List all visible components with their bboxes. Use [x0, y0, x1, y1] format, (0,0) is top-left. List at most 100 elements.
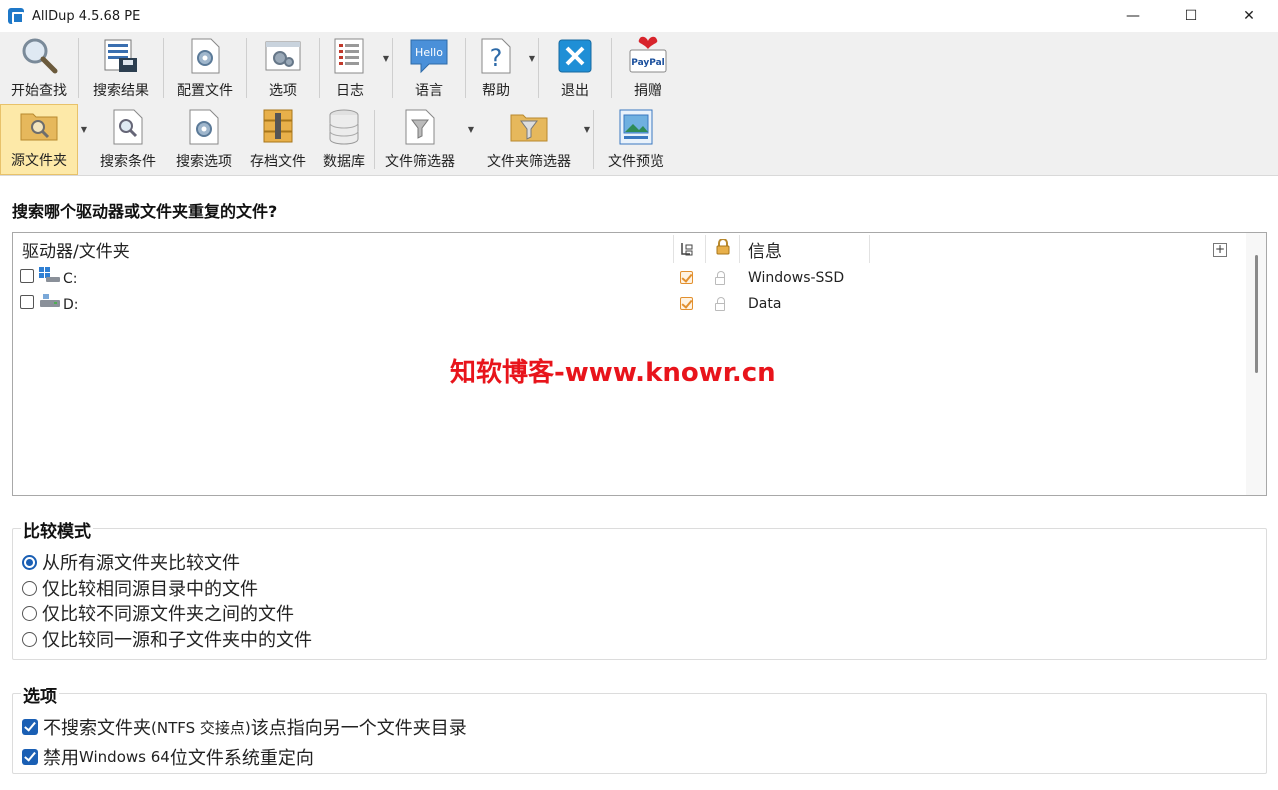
- search-options-button[interactable]: 搜索选项: [166, 104, 242, 175]
- language-button[interactable]: Hello 语言: [393, 32, 465, 104]
- database-button[interactable]: 数据库: [314, 104, 374, 175]
- archive-button[interactable]: 存档文件: [242, 104, 314, 175]
- start-search-label: 开始查找: [11, 83, 67, 99]
- magnifier-icon: [19, 36, 59, 76]
- search-results-label: 搜索结果: [93, 83, 149, 99]
- file-preview-button[interactable]: 文件预览: [594, 104, 678, 175]
- log-button[interactable]: 日志: [320, 32, 380, 104]
- option-text-windows64: Windows 64: [79, 748, 170, 766]
- file-filter-label: 文件筛选器: [385, 154, 455, 170]
- column-divider: [869, 235, 870, 263]
- options-button[interactable]: 选项: [247, 32, 319, 104]
- maximize-button[interactable]: ☐: [1162, 0, 1220, 32]
- folder-filter-button[interactable]: 文件夹筛选器: [477, 104, 581, 175]
- search-criteria-label: 搜索条件: [100, 154, 156, 170]
- folder-filter-dropdown-arrow[interactable]: ▼: [581, 104, 593, 175]
- file-filter-button[interactable]: 文件筛选器: [375, 104, 465, 175]
- profile-icon: [185, 36, 225, 76]
- compare-mode-title: 比较模式: [21, 517, 93, 542]
- drive-d-label: D:: [63, 297, 79, 313]
- subfolders-checkbox[interactable]: [680, 297, 693, 310]
- hard-drive-icon: [39, 293, 61, 313]
- add-column-button[interactable]: +: [1213, 243, 1227, 257]
- column-divider: [705, 235, 706, 263]
- exit-button[interactable]: 退出: [539, 32, 611, 104]
- drive-row-c[interactable]: C: Windows-SSD: [13, 265, 1266, 291]
- database-icon: [324, 107, 364, 147]
- svg-text:?: ?: [490, 44, 503, 72]
- list-header: 驱动器/文件夹 信息 +: [13, 233, 1266, 265]
- compare-option-label: 仅比较同一源和子文件夹中的文件: [42, 630, 312, 651]
- column-divider: [673, 235, 674, 263]
- checkbox-checked[interactable]: [22, 749, 38, 765]
- vertical-scrollbar[interactable]: [1246, 233, 1266, 495]
- svg-text:PayPal: PayPal: [631, 58, 665, 68]
- checkbox-checked[interactable]: [22, 719, 38, 735]
- main-toolbar: 开始查找 搜索结果 配置文件 选项 日志 ▼ Hello 语言 ? 帮助 ▼ 退…: [0, 32, 1278, 104]
- drive-d-checkbox[interactable]: [20, 295, 34, 309]
- donate-button[interactable]: PayPal 捐赠: [612, 32, 684, 104]
- log-icon: [330, 36, 370, 76]
- start-search-button[interactable]: 开始查找: [0, 32, 78, 104]
- compare-mode-option-between[interactable]: 仅比较不同源文件夹之间的文件: [22, 600, 294, 626]
- compare-mode-option-same-sub[interactable]: 仅比较同一源和子文件夹中的文件: [22, 626, 312, 652]
- radio-unselected[interactable]: [22, 580, 37, 596]
- option-disable-redirection[interactable]: 禁用 Windows 64 位文件系统重定向: [22, 744, 314, 770]
- file-preview-icon: [616, 107, 656, 147]
- results-icon: [101, 36, 141, 76]
- log-dropdown-arrow[interactable]: ▼: [380, 32, 392, 104]
- watermark-text: 知软博客-www.knowr.cn: [450, 358, 776, 388]
- file-filter-dropdown-arrow[interactable]: ▼: [465, 104, 477, 175]
- radio-selected[interactable]: [22, 554, 37, 570]
- source-folder-dropdown-arrow[interactable]: ▼: [78, 104, 90, 175]
- search-results-button[interactable]: 搜索结果: [79, 32, 163, 104]
- option-skip-junctions[interactable]: 不搜索文件夹 (NTFS 交接点) 该点指向另一个文件夹目录: [22, 714, 467, 740]
- option-text: 该点指向另一个文件夹目录: [250, 718, 467, 739]
- close-button[interactable]: ✕: [1220, 0, 1278, 32]
- compare-mode-option-same-dir[interactable]: 仅比较相同源目录中的文件: [22, 575, 258, 601]
- subfolder-column-icon[interactable]: [680, 241, 694, 261]
- radio-unselected[interactable]: [22, 631, 37, 647]
- profile-label: 配置文件: [177, 83, 233, 99]
- scrollbar-thumb[interactable]: [1255, 255, 1258, 373]
- donate-label: 捐赠: [634, 83, 662, 99]
- lock-icon[interactable]: [715, 271, 725, 285]
- source-folder-button[interactable]: 源文件夹: [0, 104, 78, 175]
- archive-icon: [258, 107, 298, 147]
- help-dropdown-arrow[interactable]: ▼: [526, 32, 538, 104]
- title-bar: AllDup 4.5.68 PE — ☐ ✕: [0, 0, 1278, 32]
- help-button[interactable]: ? 帮助: [466, 32, 526, 104]
- language-label: 语言: [415, 83, 443, 99]
- drive-c-label: C:: [63, 271, 78, 287]
- column-divider: [739, 235, 740, 263]
- lock-icon[interactable]: [715, 297, 725, 311]
- drive-c-checkbox[interactable]: [20, 269, 34, 283]
- search-criteria-button[interactable]: 搜索条件: [90, 104, 166, 175]
- col-header-info[interactable]: 信息: [748, 237, 782, 262]
- lock-column-icon[interactable]: [716, 238, 730, 260]
- col-header-drive[interactable]: 驱动器/文件夹: [22, 237, 130, 262]
- svg-text:Hello: Hello: [415, 46, 443, 59]
- drive-c-info: Windows-SSD: [748, 270, 845, 286]
- compare-option-label: 仅比较相同源目录中的文件: [42, 579, 258, 600]
- option-text: 禁用: [43, 748, 79, 769]
- drive-row-d[interactable]: D: Data: [13, 291, 1266, 317]
- compare-option-label: 仅比较不同源文件夹之间的文件: [42, 604, 294, 625]
- window-title: AllDup 4.5.68 PE: [32, 8, 141, 24]
- windows-drive-icon: [39, 267, 61, 287]
- profile-button[interactable]: 配置文件: [164, 32, 246, 104]
- drive-d-info: Data: [748, 296, 782, 312]
- option-text: 不搜索文件夹: [43, 718, 151, 739]
- radio-unselected[interactable]: [22, 605, 37, 621]
- minimize-button[interactable]: —: [1104, 0, 1162, 32]
- compare-option-label: 从所有源文件夹比较文件: [42, 553, 240, 574]
- compare-mode-option-all[interactable]: 从所有源文件夹比较文件: [22, 549, 240, 575]
- options-label: 选项: [269, 83, 297, 99]
- subfolders-checkbox[interactable]: [680, 271, 693, 284]
- option-text-ntfs: (NTFS 交接点): [151, 718, 251, 737]
- exit-label: 退出: [561, 83, 589, 99]
- file-filter-icon: [400, 107, 440, 147]
- window-controls: — ☐ ✕: [1104, 0, 1278, 32]
- hello-icon: Hello: [409, 36, 449, 76]
- option-text: 位文件系统重定向: [169, 748, 314, 769]
